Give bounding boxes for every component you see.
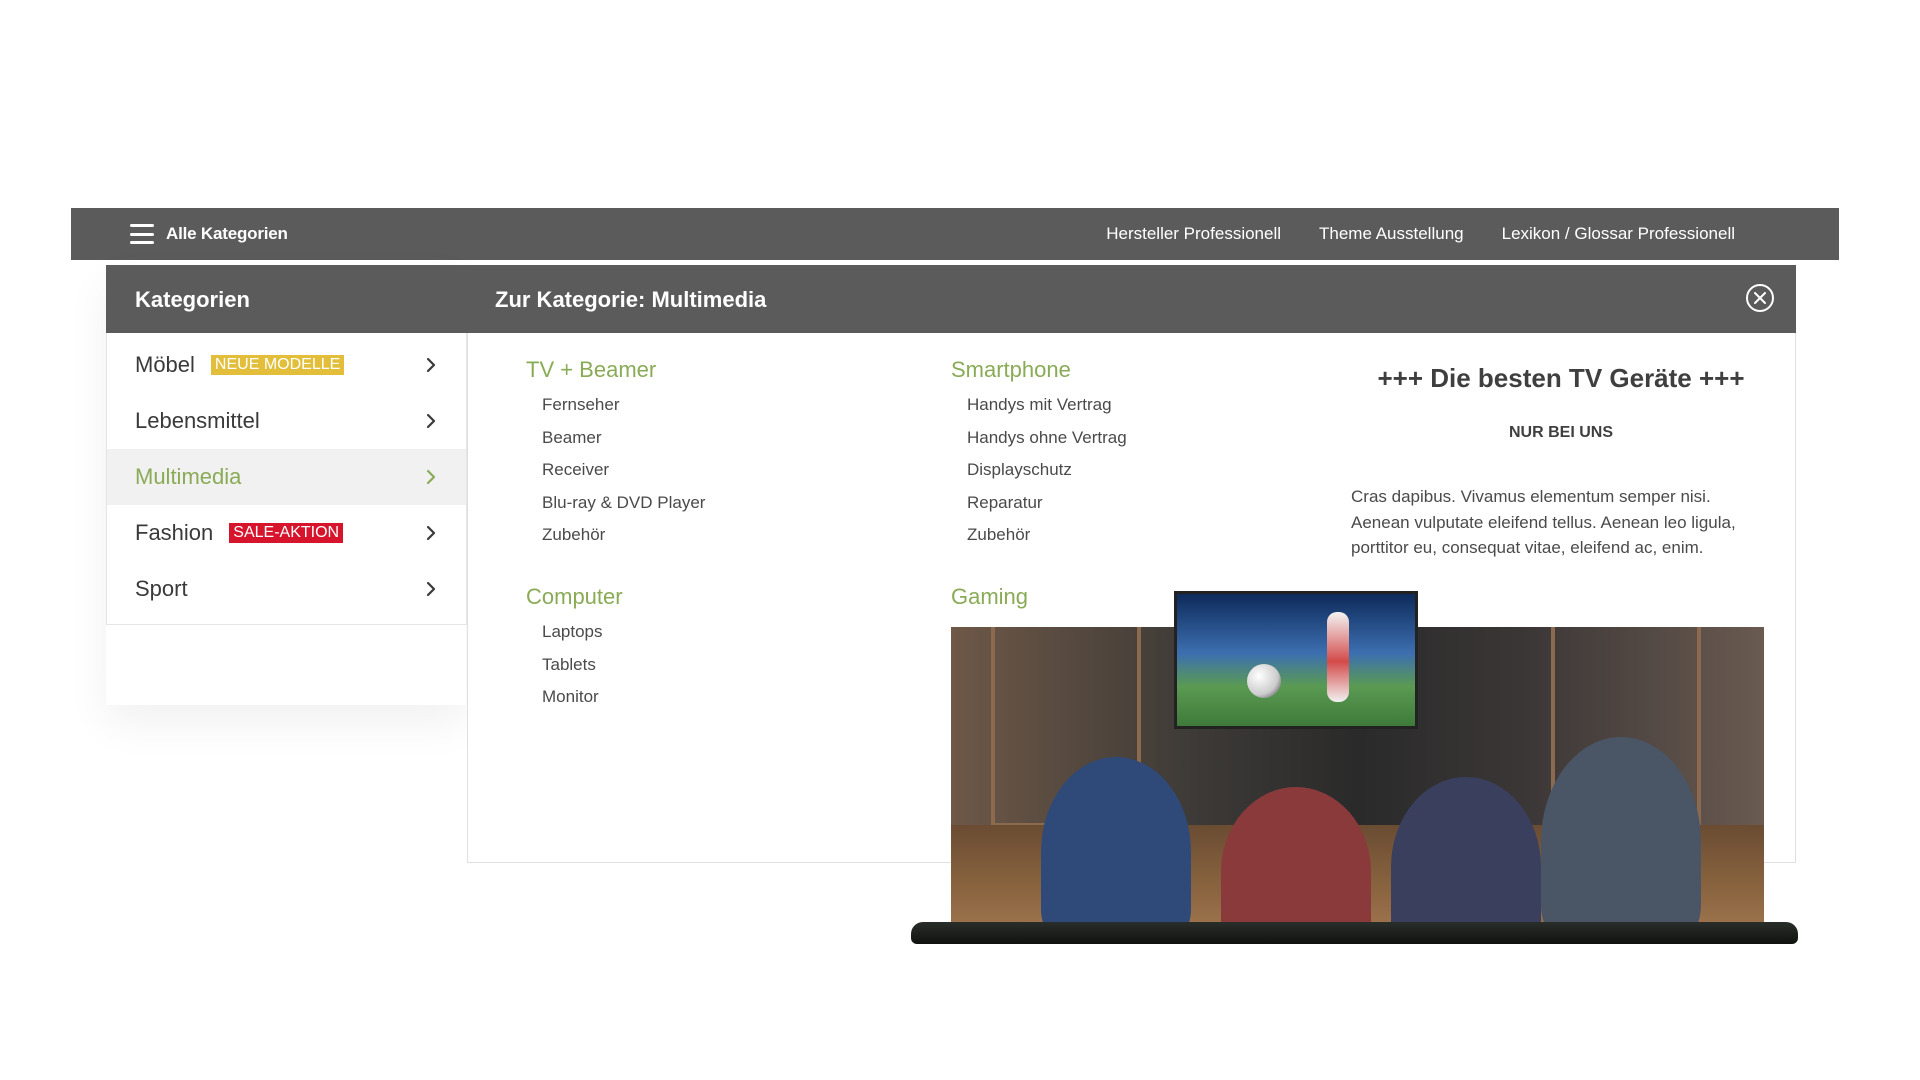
promo-image[interactable] xyxy=(911,591,1798,954)
category-label: Sport xyxy=(135,576,188,601)
hamburger-icon xyxy=(130,224,154,244)
subcategory-link[interactable]: Monitor xyxy=(542,686,623,719)
chevron-right-icon xyxy=(426,357,436,373)
category-label: Möbel xyxy=(135,352,195,377)
group-title[interactable]: Computer xyxy=(526,584,623,610)
close-icon xyxy=(1754,292,1766,304)
subcategory-link[interactable]: Blu-ray & DVD Player xyxy=(542,492,705,525)
couch xyxy=(911,922,1798,944)
subcategory-link[interactable]: Zubehör xyxy=(967,524,1127,557)
all-categories-label: Alle Kategorien xyxy=(166,224,288,243)
subcategory-link[interactable]: Beamer xyxy=(542,427,705,460)
top-navigation-bar: Alle Kategorien Hersteller Professionell… xyxy=(71,208,1839,260)
chevron-right-icon xyxy=(426,581,436,597)
close-menu-button[interactable] xyxy=(1746,284,1774,312)
tv-screen xyxy=(1174,591,1418,729)
promo-title: +++ Die besten TV Geräte +++ xyxy=(1377,363,1745,393)
nav-link-theme-ausstellung[interactable]: Theme Ausstellung xyxy=(1319,224,1464,244)
category-title[interactable]: Zur Kategorie: Multimedia xyxy=(495,287,766,312)
chevron-right-icon xyxy=(426,413,436,429)
group-title[interactable]: Smartphone xyxy=(951,357,1127,383)
nav-link-hersteller[interactable]: Hersteller Professionell xyxy=(1106,224,1281,244)
nav-link-lexikon[interactable]: Lexikon / Glossar Professionell xyxy=(1502,224,1735,244)
subcategory-link[interactable]: Displayschutz xyxy=(967,459,1127,492)
promo-subtitle: NUR BEI UNS xyxy=(1508,424,1613,441)
new-models-badge: NEUE MODELLE xyxy=(210,355,345,375)
category-item-lebensmittel[interactable]: Lebensmittel xyxy=(107,393,466,449)
category-header: Zur Kategorie: Multimedia xyxy=(467,265,1796,333)
group-computer: Computer Laptops Tablets Monitor xyxy=(526,584,623,719)
group-title[interactable]: TV + Beamer xyxy=(526,357,705,383)
subcategory-link[interactable]: Laptops xyxy=(542,621,623,654)
subcategory-link[interactable]: Handys mit Vertrag xyxy=(967,394,1127,427)
promo-text: Cras dapibus. Vivamus elementum semper n… xyxy=(1351,487,1736,557)
category-list: Möbel NEUE MODELLE Lebensmittel Multimed… xyxy=(106,333,467,625)
subcategory-link[interactable]: Tablets xyxy=(542,654,623,687)
category-label: Fashion xyxy=(135,520,214,545)
group-smartphone: Smartphone Handys mit Vertrag Handys ohn… xyxy=(951,357,1127,557)
subcategory-link[interactable]: Reparatur xyxy=(967,492,1127,525)
top-nav-links: Hersteller Professionell Theme Ausstellu… xyxy=(1106,224,1735,244)
subcategory-link[interactable]: Handys ohne Vertrag xyxy=(967,427,1127,460)
category-item-moebel[interactable]: Möbel NEUE MODELLE xyxy=(107,337,466,393)
subcategory-link[interactable]: Receiver xyxy=(542,459,705,492)
chevron-right-icon xyxy=(426,525,436,541)
all-categories-button[interactable]: Alle Kategorien xyxy=(130,224,288,244)
category-item-multimedia[interactable]: Multimedia xyxy=(107,449,466,505)
category-label: Multimedia xyxy=(135,464,242,489)
chevron-right-icon xyxy=(426,469,436,485)
sale-badge: SALE-AKTION xyxy=(229,523,344,543)
group-tv-beamer: TV + Beamer Fernseher Beamer Receiver Bl… xyxy=(526,357,705,557)
subcategory-link[interactable]: Zubehör xyxy=(542,524,705,557)
category-label: Lebensmittel xyxy=(135,408,260,433)
category-item-sport[interactable]: Sport xyxy=(107,561,466,617)
category-item-fashion[interactable]: Fashion SALE-AKTION xyxy=(107,505,466,561)
promo-box: +++ Die besten TV Geräte +++ NUR BEI UNS… xyxy=(1351,363,1762,561)
subcategory-link[interactable]: Fernseher xyxy=(542,394,705,427)
categories-header: Kategorien xyxy=(106,265,467,333)
